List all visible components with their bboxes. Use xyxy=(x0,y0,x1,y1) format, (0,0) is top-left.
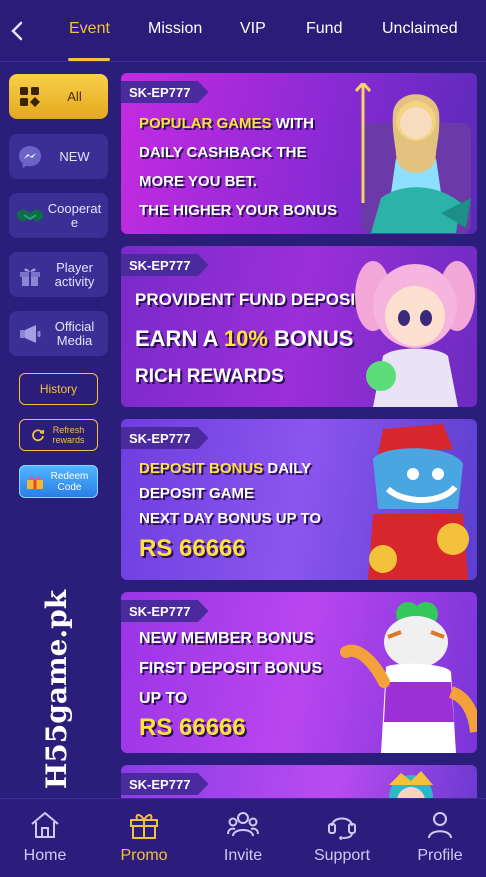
sidebar-item-official-media[interactable]: Official Media xyxy=(9,311,108,356)
tab-mission[interactable]: Mission xyxy=(148,20,202,38)
banner-text: BONUS xyxy=(274,326,354,351)
anime-girl-illustration xyxy=(355,261,475,407)
sidebar-item-all[interactable]: All xyxy=(9,74,108,119)
history-label: History xyxy=(39,382,78,396)
banner-text: NEXT DAY BONUS UP TO xyxy=(139,510,321,527)
chevron-left-icon xyxy=(11,21,23,41)
sidebar-item-new[interactable]: NEW xyxy=(9,134,108,179)
banner-text: DAILY CASHBACK THE xyxy=(139,144,307,161)
banner-tag: SK-EP777 xyxy=(121,254,209,276)
refresh-icon xyxy=(31,428,45,442)
banner-headline: POPULAR GAMES xyxy=(139,115,272,132)
promo-banner-deposit-bonus[interactable]: SK-EP777 DEPOSIT BONUS DAILY DEPOSIT GAM… xyxy=(121,419,477,580)
banner-text: DEPOSIT GAME xyxy=(139,485,255,502)
banner-amount: RS 66666 xyxy=(139,535,246,562)
banner-tag: SK-EP777 xyxy=(121,427,209,449)
banner-headline: DEPOSIT BONUS xyxy=(139,460,264,477)
nav-support[interactable]: Support xyxy=(302,807,382,871)
banner-text: THE HIGHER YOUR BONUS xyxy=(139,202,338,219)
nav-label: Home xyxy=(23,847,67,864)
refresh-label: Refresh rewards xyxy=(52,425,85,445)
bottom-navigation: Home Promo Invite Support Profile xyxy=(0,798,486,877)
banner-headline: NEW MEMBER BONUS xyxy=(139,630,315,647)
redeem-code-button[interactable]: Redeem Code xyxy=(19,465,98,498)
banner-amount: RS 66666 xyxy=(139,714,246,741)
users-icon xyxy=(225,807,261,843)
nav-label: Profile xyxy=(417,847,463,864)
handshake-icon xyxy=(15,201,45,231)
banner-headline: PROVIDENT FUND DEPOSIT xyxy=(135,290,366,309)
watermark-text: H55game.pk xyxy=(40,589,74,790)
banner-tag: SK-EP777 xyxy=(121,773,209,795)
sidebar-item-label: All xyxy=(67,88,82,104)
banner-text: FIRST DEPOSIT BONUS xyxy=(139,660,323,677)
tab-event[interactable]: Event xyxy=(69,20,110,38)
headset-icon xyxy=(324,807,360,843)
banner-tag: SK-EP777 xyxy=(121,81,209,103)
tab-unclaimed[interactable]: Unclaimed xyxy=(382,20,458,38)
nav-promo[interactable]: Promo xyxy=(104,807,184,871)
refresh-rewards-button[interactable]: Refresh rewards xyxy=(19,419,98,451)
tiger-illustration xyxy=(340,602,477,753)
megaphone-icon xyxy=(15,319,45,349)
top-tab-bar: Event Mission VIP Fund Unclaimed xyxy=(0,0,486,62)
back-button[interactable] xyxy=(6,18,28,44)
gift-box-icon xyxy=(126,807,162,843)
banner-text: MORE YOU BET. xyxy=(139,173,258,190)
active-tab-indicator xyxy=(68,58,110,61)
sidebar-item-label: Official Media xyxy=(54,318,95,348)
person-icon xyxy=(422,807,458,843)
banner-percent: 10% xyxy=(223,326,268,351)
banner-text: UP TO xyxy=(139,690,188,707)
banner-text: EARN A xyxy=(135,326,218,351)
banner-tag: SK-EP777 xyxy=(121,600,209,622)
promo-banner-popular-games[interactable]: SK-EP777 POPULAR GAMES WITH DAILY CASHBA… xyxy=(121,73,477,234)
grid-icon xyxy=(15,82,45,112)
category-sidebar: All NEW Cooperate Player activity Offici… xyxy=(0,62,118,798)
mermaid-illustration xyxy=(354,83,471,234)
nav-profile[interactable]: Profile xyxy=(400,807,480,871)
messenger-icon xyxy=(15,142,45,172)
gift-icon xyxy=(15,260,45,290)
nav-label: Support xyxy=(313,847,371,864)
banner-text: RICH REWARDS xyxy=(135,366,284,387)
sidebar-item-cooperate[interactable]: Cooperate xyxy=(9,193,108,238)
sidebar-item-label: Player activity xyxy=(54,259,95,289)
nav-label: Promo xyxy=(120,847,168,864)
shark-king-illustration xyxy=(368,424,469,580)
home-icon xyxy=(27,807,63,843)
tab-fund[interactable]: Fund xyxy=(306,20,342,38)
banner-text: DAILY xyxy=(267,460,311,477)
tab-vip[interactable]: VIP xyxy=(240,20,266,38)
redeem-code-label: Redeem Code xyxy=(50,470,89,493)
nav-invite[interactable]: Invite xyxy=(203,807,283,871)
nav-label: Invite xyxy=(223,847,263,864)
sidebar-item-label: Cooperate xyxy=(47,200,102,230)
banner-text: WITH xyxy=(275,115,315,132)
sidebar-item-player-activity[interactable]: Player activity xyxy=(9,252,108,297)
promo-banner-new-member[interactable]: SK-EP777 NEW MEMBER BONUS FIRST DEPOSIT … xyxy=(121,592,477,753)
promo-banner-provident-fund[interactable]: SK-EP777 PROVIDENT FUND DEPOSIT EARN A 1… xyxy=(121,246,477,407)
nav-home[interactable]: Home xyxy=(5,807,85,871)
redeem-code-icon xyxy=(26,474,44,490)
sidebar-item-label: NEW xyxy=(59,148,90,164)
history-button[interactable]: History xyxy=(19,373,98,405)
